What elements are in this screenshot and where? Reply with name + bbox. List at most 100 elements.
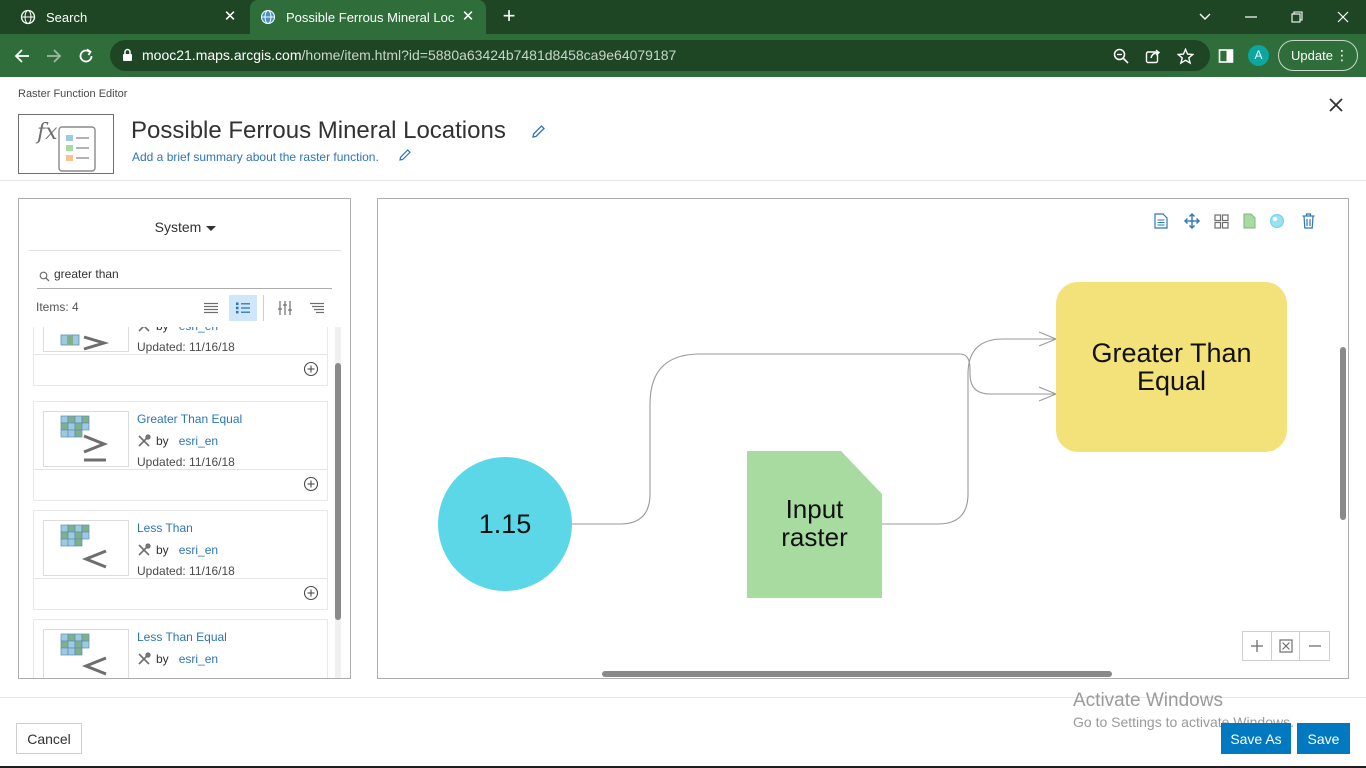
less-than-icon [43, 520, 129, 576]
caret-down-icon [206, 225, 217, 231]
tools-icon [138, 543, 151, 556]
update-label: Update [1291, 48, 1333, 63]
canvas-horizontal-scrollbar[interactable] [602, 671, 1112, 677]
source-dropdown[interactable]: System [19, 219, 350, 235]
summary-link[interactable]: Add a brief summary about the raster fun… [132, 150, 379, 164]
function-name[interactable]: Greater Than Equal [137, 412, 242, 426]
author-row: by esri_en [137, 327, 218, 333]
forward-icon[interactable] [41, 43, 67, 69]
function-node-line1: Greater Than [1091, 338, 1252, 368]
filter-sliders-icon[interactable] [271, 295, 299, 321]
activation-watermark-title: Activate Windows [1073, 690, 1223, 711]
greater-than-equal-icon [43, 411, 129, 467]
author-link[interactable]: esri_en [179, 652, 218, 666]
add-function-icon[interactable] [303, 585, 319, 601]
browser-toolbar: mooc21.maps.arcgis.com/home/item.html?id… [0, 34, 1366, 77]
close-editor-icon[interactable] [1325, 94, 1347, 116]
list-item[interactable]: Less Than Equal by esri_en [34, 620, 327, 678]
author-link[interactable]: esri_en [179, 543, 218, 557]
save-button[interactable]: Save [1297, 723, 1350, 754]
profile-avatar[interactable]: A [1248, 45, 1269, 66]
canvas-vertical-scrollbar[interactable] [1340, 347, 1346, 520]
author-row: by esri_en [137, 652, 218, 666]
list-item[interactable]: Greater Than Equal by esri_en Updated: 1… [34, 402, 327, 500]
new-tab-icon[interactable]: + [498, 5, 520, 28]
search-icon [39, 269, 50, 287]
side-panel-icon[interactable] [1216, 46, 1236, 66]
detailed-list-view-icon[interactable] [229, 295, 257, 321]
globe-icon [20, 9, 36, 25]
tab-possible-ferrous[interactable]: Possible Ferrous Mineral Locatio ✕ [250, 0, 486, 34]
updated-date: Updated: 11/16/18 [137, 340, 235, 354]
list-item[interactable]: by esri_en Updated: 11/16/18 [34, 327, 327, 385]
lock-icon[interactable] [122, 48, 133, 67]
back-icon[interactable] [9, 43, 35, 69]
tools-icon [138, 434, 151, 447]
raster-node-line1: Input [785, 494, 844, 524]
close-tab-icon[interactable]: ✕ [222, 9, 238, 25]
edit-summary-pencil-icon[interactable] [398, 148, 412, 162]
constant-node[interactable]: 1.15 [438, 457, 572, 591]
zoom-lens-icon[interactable] [1112, 47, 1130, 65]
close-window-icon[interactable] [1320, 0, 1366, 34]
save-as-button[interactable]: Save As [1221, 723, 1291, 754]
url-text[interactable]: mooc21.maps.arcgis.com/home/item.html?id… [142, 47, 676, 63]
globe-icon [260, 9, 276, 25]
tab-search-chevron-icon[interactable] [1182, 0, 1228, 34]
function-name[interactable]: Less Than [137, 521, 193, 535]
browser-tab-bar: Search ✕ Possible Ferrous Mineral Locati… [0, 0, 1366, 34]
svg-text:fx: fx [35, 120, 58, 145]
edit-title-pencil-icon[interactable] [531, 124, 546, 139]
author-link[interactable]: esri_en [179, 327, 218, 333]
update-button[interactable]: Update ⋮ [1278, 40, 1358, 71]
raster-node-line2: raster [781, 522, 848, 552]
divider [34, 354, 327, 355]
search-input[interactable]: greater than [37, 265, 332, 289]
share-icon[interactable] [1144, 47, 1162, 65]
url-host: mooc21.maps.arcgis.com [142, 47, 302, 63]
divider [34, 469, 327, 470]
function-name[interactable]: Less Than Equal [137, 630, 227, 644]
by-label: by [156, 652, 169, 666]
close-tab-icon[interactable]: ✕ [460, 9, 476, 25]
items-count: Items: 4 [36, 300, 79, 314]
restore-icon[interactable] [1274, 0, 1320, 34]
reload-icon[interactable] [73, 43, 99, 69]
editor-label: Raster Function Editor [18, 88, 128, 100]
zoom-out-icon[interactable] [1300, 632, 1329, 660]
tools-icon [138, 327, 150, 332]
tab-title: Search [46, 9, 88, 25]
raster-node[interactable]: Input raster [747, 495, 882, 551]
minimize-icon[interactable] [1228, 0, 1274, 34]
by-label: by [156, 434, 169, 448]
less-than-equal-icon [43, 629, 129, 678]
by-label: by [156, 327, 169, 333]
function-node-line2: Equal [1136, 366, 1207, 396]
zoom-in-icon[interactable] [1243, 632, 1272, 660]
search-query: greater than [54, 267, 119, 281]
url-path: /home/item.html?id=5880a63424b7481d8458c… [301, 47, 677, 63]
compact-list-view-icon[interactable] [197, 295, 225, 321]
function-list: by esri_en Updated: 11/16/18 Greater Tha… [19, 327, 340, 678]
tab-search[interactable]: Search ✕ [8, 0, 248, 34]
tab-title: Possible Ferrous Mineral Locatio [286, 9, 454, 25]
function-node[interactable]: Greater Than Equal [1056, 282, 1287, 452]
updated-date: Updated: 11/16/18 [137, 564, 235, 578]
sort-icon[interactable] [303, 295, 331, 321]
function-thumbnail: fx [18, 114, 114, 174]
address-bar[interactable]: mooc21.maps.arcgis.com/home/item.html?id… [110, 40, 1210, 71]
divider [34, 578, 327, 579]
author-link[interactable]: esri_en [179, 434, 218, 448]
list-item[interactable]: Less Than by esri_en Updated: 11/16/18 [34, 511, 327, 609]
function-library-panel: System greater than Items: 4 by esri_en [18, 198, 351, 679]
add-function-icon[interactable] [303, 361, 319, 377]
function-canvas[interactable]: 1.15 Input raster Greater Than Equal [377, 198, 1349, 679]
divider [263, 295, 264, 321]
bookmark-star-icon[interactable] [1176, 47, 1194, 65]
zoom-to-fit-icon[interactable] [1272, 632, 1301, 660]
divider [29, 250, 341, 251]
add-function-icon[interactable] [303, 476, 319, 492]
list-scrollbar-thumb[interactable] [335, 363, 341, 620]
cancel-button[interactable]: Cancel [16, 723, 82, 754]
author-row: by esri_en [137, 434, 218, 448]
